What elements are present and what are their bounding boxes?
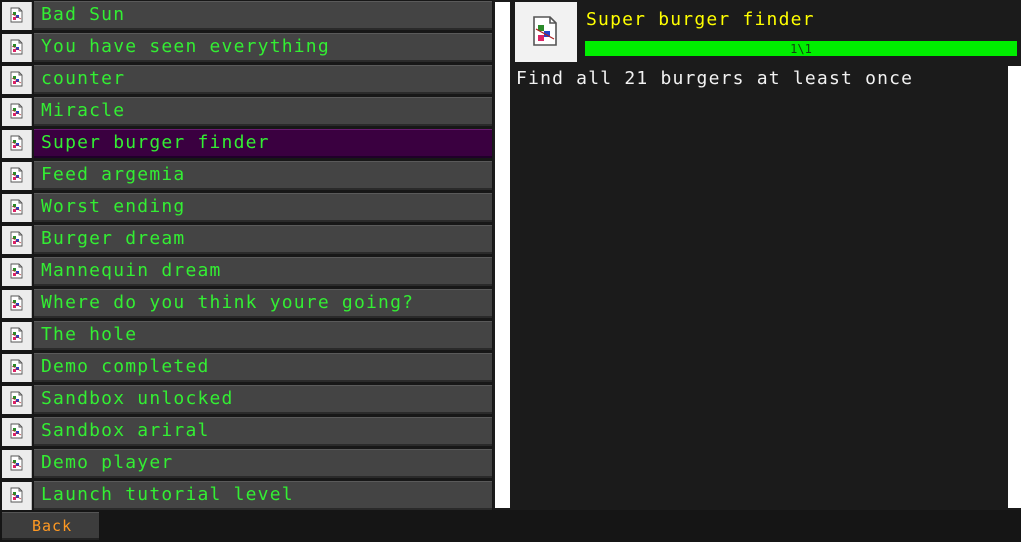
broken-image-icon xyxy=(2,450,32,478)
achievement-row[interactable]: Launch tutorial level xyxy=(0,480,493,512)
back-button[interactable]: Back xyxy=(2,512,99,540)
broken-image-icon xyxy=(2,194,32,222)
achievement-label: Super burger finder xyxy=(41,132,270,153)
achievement-label: Bad Sun xyxy=(41,4,126,25)
achievement-row-button[interactable]: Where do you think youre going? xyxy=(34,289,492,318)
achievement-row-button[interactable]: Super burger finder xyxy=(34,129,492,158)
broken-image-icon xyxy=(2,322,32,350)
achievement-row[interactable]: The hole xyxy=(0,320,493,352)
achievement-row[interactable]: You have seen everything xyxy=(0,32,493,64)
broken-image-icon xyxy=(2,98,32,126)
achievement-row[interactable]: Feed argemia xyxy=(0,160,493,192)
broken-image-icon xyxy=(2,2,32,30)
achievement-row-button[interactable]: Sandbox unlocked xyxy=(34,385,492,414)
progress-bar: 1\1 xyxy=(585,41,1017,56)
achievement-row-button[interactable]: Launch tutorial level xyxy=(34,481,492,510)
achievements-screen: Bad Sun You have seen everything counter Mi… xyxy=(0,0,1021,542)
achievement-label: Launch tutorial level xyxy=(41,484,294,505)
achievement-label: Demo player xyxy=(41,452,174,473)
achievement-row[interactable]: Worst ending xyxy=(0,192,493,224)
broken-image-icon xyxy=(515,2,577,62)
achievement-row-button[interactable]: Bad Sun xyxy=(34,1,492,30)
broken-image-icon xyxy=(2,354,32,382)
broken-image-icon xyxy=(2,34,32,62)
broken-image-icon xyxy=(2,226,32,254)
achievement-row-button[interactable]: Mannequin dream xyxy=(34,257,492,286)
achievement-row-button[interactable]: Worst ending xyxy=(34,193,492,222)
detail-description: Find all 21 burgers at least once xyxy=(516,68,914,89)
detail-title: Super burger finder xyxy=(586,9,815,30)
achievement-label: Miracle xyxy=(41,100,126,121)
achievement-row[interactable]: Burger dream xyxy=(0,224,493,256)
broken-image-icon xyxy=(2,386,32,414)
list-scrollbar[interactable] xyxy=(495,2,510,508)
broken-image-icon xyxy=(2,482,32,510)
achievement-row-button[interactable]: Demo completed xyxy=(34,353,492,382)
achievement-row[interactable]: Where do you think youre going? xyxy=(0,288,493,320)
achievement-label: Sandbox ariral xyxy=(41,420,210,441)
progress-text: 1\1 xyxy=(790,42,812,56)
detail-scrollbar[interactable] xyxy=(1008,66,1021,508)
detail-header: Super burger finder 1\1 xyxy=(513,2,1021,64)
achievement-label: The hole xyxy=(41,324,138,345)
bottom-bar: Back xyxy=(0,510,1021,542)
achievement-row-button[interactable]: Burger dream xyxy=(34,225,492,254)
achievement-row[interactable]: counter xyxy=(0,64,493,96)
back-button-label: Back xyxy=(32,517,73,535)
achievement-row[interactable]: Miracle xyxy=(0,96,493,128)
achievement-label: Worst ending xyxy=(41,196,186,217)
achievement-row[interactable]: Mannequin dream xyxy=(0,256,493,288)
achievement-row-button[interactable]: counter xyxy=(34,65,492,94)
achievement-row-button[interactable]: Miracle xyxy=(34,97,492,126)
achievement-label: Where do you think youre going? xyxy=(41,292,415,313)
achievement-label: Demo completed xyxy=(41,356,210,377)
achievement-row[interactable]: Demo completed xyxy=(0,352,493,384)
achievement-row[interactable]: Sandbox ariral xyxy=(0,416,493,448)
achievement-row-button[interactable]: Feed argemia xyxy=(34,161,492,190)
achievement-row-button[interactable]: The hole xyxy=(34,321,492,350)
broken-image-icon xyxy=(2,162,32,190)
broken-image-icon xyxy=(2,258,32,286)
detail-body: Find all 21 burgers at least once xyxy=(513,66,1008,508)
achievement-label: Mannequin dream xyxy=(41,260,222,281)
achievement-row-button[interactable]: Sandbox ariral xyxy=(34,417,492,446)
achievement-row[interactable]: Super burger finder xyxy=(0,128,493,160)
broken-image-icon xyxy=(2,418,32,446)
achievement-list: Bad Sun You have seen everything counter Mi… xyxy=(0,0,493,510)
achievement-label: counter xyxy=(41,68,126,89)
achievement-label: Burger dream xyxy=(41,228,186,249)
achievement-row[interactable]: Sandbox unlocked xyxy=(0,384,493,416)
achievement-row-button[interactable]: Demo player xyxy=(34,449,492,478)
achievement-label: Feed argemia xyxy=(41,164,186,185)
achievement-detail-panel: Super burger finder 1\1 Find all 21 burg… xyxy=(513,2,1021,508)
achievement-row[interactable]: Demo player xyxy=(0,448,493,480)
achievement-label: Sandbox unlocked xyxy=(41,388,234,409)
achievement-row-button[interactable]: You have seen everything xyxy=(34,33,492,62)
broken-image-icon xyxy=(2,66,32,94)
broken-image-icon xyxy=(2,290,32,318)
achievement-label: You have seen everything xyxy=(41,36,330,57)
broken-image-icon xyxy=(2,130,32,158)
achievement-row[interactable]: Bad Sun xyxy=(0,0,493,32)
